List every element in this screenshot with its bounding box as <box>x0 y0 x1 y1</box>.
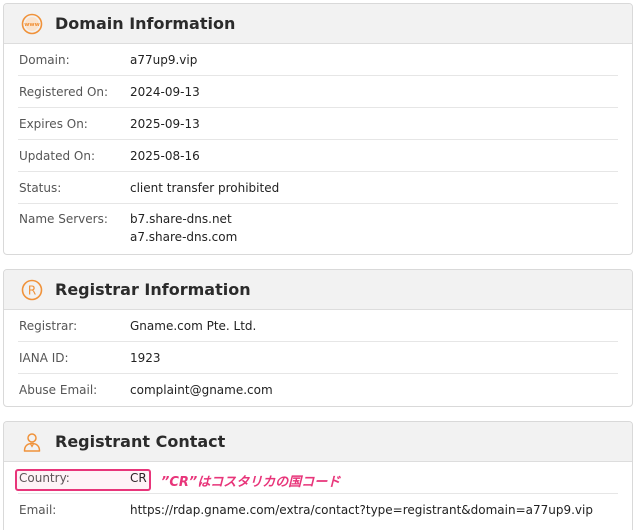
registrar-information-card: R Registrar Information Registrar: Gname… <box>3 269 633 407</box>
name-servers-row: Name Servers: b7.share-dns.net a7.share-… <box>18 204 618 252</box>
svg-text:www: www <box>24 22 40 28</box>
updated-on-value: 2025-08-16 <box>130 148 200 163</box>
registrar-information-title: Registrar Information <box>55 280 251 299</box>
country-annotation: ”CR”はコスタリカの国コード <box>161 475 341 490</box>
expires-on-label: Expires On: <box>19 116 88 131</box>
registered-on-row: Registered On: 2024-09-13 <box>18 76 618 108</box>
domain-information-card: www Domain Information Domain: a77up9.vi… <box>3 3 633 255</box>
abuse-email-value: complaint@gname.com <box>130 383 273 397</box>
abuse-email-row: Abuse Email: complaint@gname.com <box>18 374 618 406</box>
domain-label: Domain: <box>19 52 70 67</box>
www-icon: www <box>21 13 43 35</box>
name-servers-label: Name Servers: <box>19 212 108 226</box>
registrant-contact-title: Registrant Contact <box>55 432 226 451</box>
registrar-row: Registrar: Gname.com Pte. Ltd. <box>18 310 618 342</box>
email-value[interactable]: https://rdap.gname.com/extra/contact?typ… <box>130 503 593 517</box>
svg-text:R: R <box>28 283 36 297</box>
email-row: Email: https://rdap.gname.com/extra/cont… <box>18 494 618 526</box>
name-servers-value: b7.share-dns.net a7.share-dns.com <box>130 210 237 246</box>
name-server-2: a7.share-dns.com <box>130 230 238 244</box>
abuse-email-label: Abuse Email: <box>19 383 98 397</box>
domain-information-title: Domain Information <box>55 14 236 33</box>
registrar-information-header: R Registrar Information <box>4 270 632 310</box>
registrar-value: Gname.com Pte. Ltd. <box>130 318 257 333</box>
name-server-1: b7.share-dns.net <box>130 212 232 226</box>
status-row: Status: client transfer prohibited <box>18 172 618 204</box>
iana-id-label: IANA ID: <box>19 350 69 365</box>
updated-on-label: Updated On: <box>19 148 95 163</box>
iana-id-row: IANA ID: 1923 <box>18 342 618 374</box>
email-label: Email: <box>19 503 57 517</box>
registered-on-value: 2024-09-13 <box>130 84 200 99</box>
registrar-label: Registrar: <box>19 318 78 333</box>
iana-id-value: 1923 <box>130 350 161 365</box>
registered-on-label: Registered On: <box>19 84 109 99</box>
status-label: Status: <box>19 180 62 195</box>
updated-on-row: Updated On: 2025-08-16 <box>18 140 618 172</box>
person-icon <box>21 431 43 453</box>
domain-row: Domain: a77up9.vip <box>18 44 618 76</box>
expires-on-row: Expires On: 2025-09-13 <box>18 108 618 140</box>
country-highlight-box <box>15 469 151 491</box>
registered-icon: R <box>21 279 43 301</box>
domain-information-header: www Domain Information <box>4 4 632 44</box>
domain-value: a77up9.vip <box>130 52 198 67</box>
registrant-contact-header: Registrant Contact <box>4 422 632 462</box>
status-value: client transfer prohibited <box>130 180 280 195</box>
expires-on-value: 2025-09-13 <box>130 116 200 131</box>
